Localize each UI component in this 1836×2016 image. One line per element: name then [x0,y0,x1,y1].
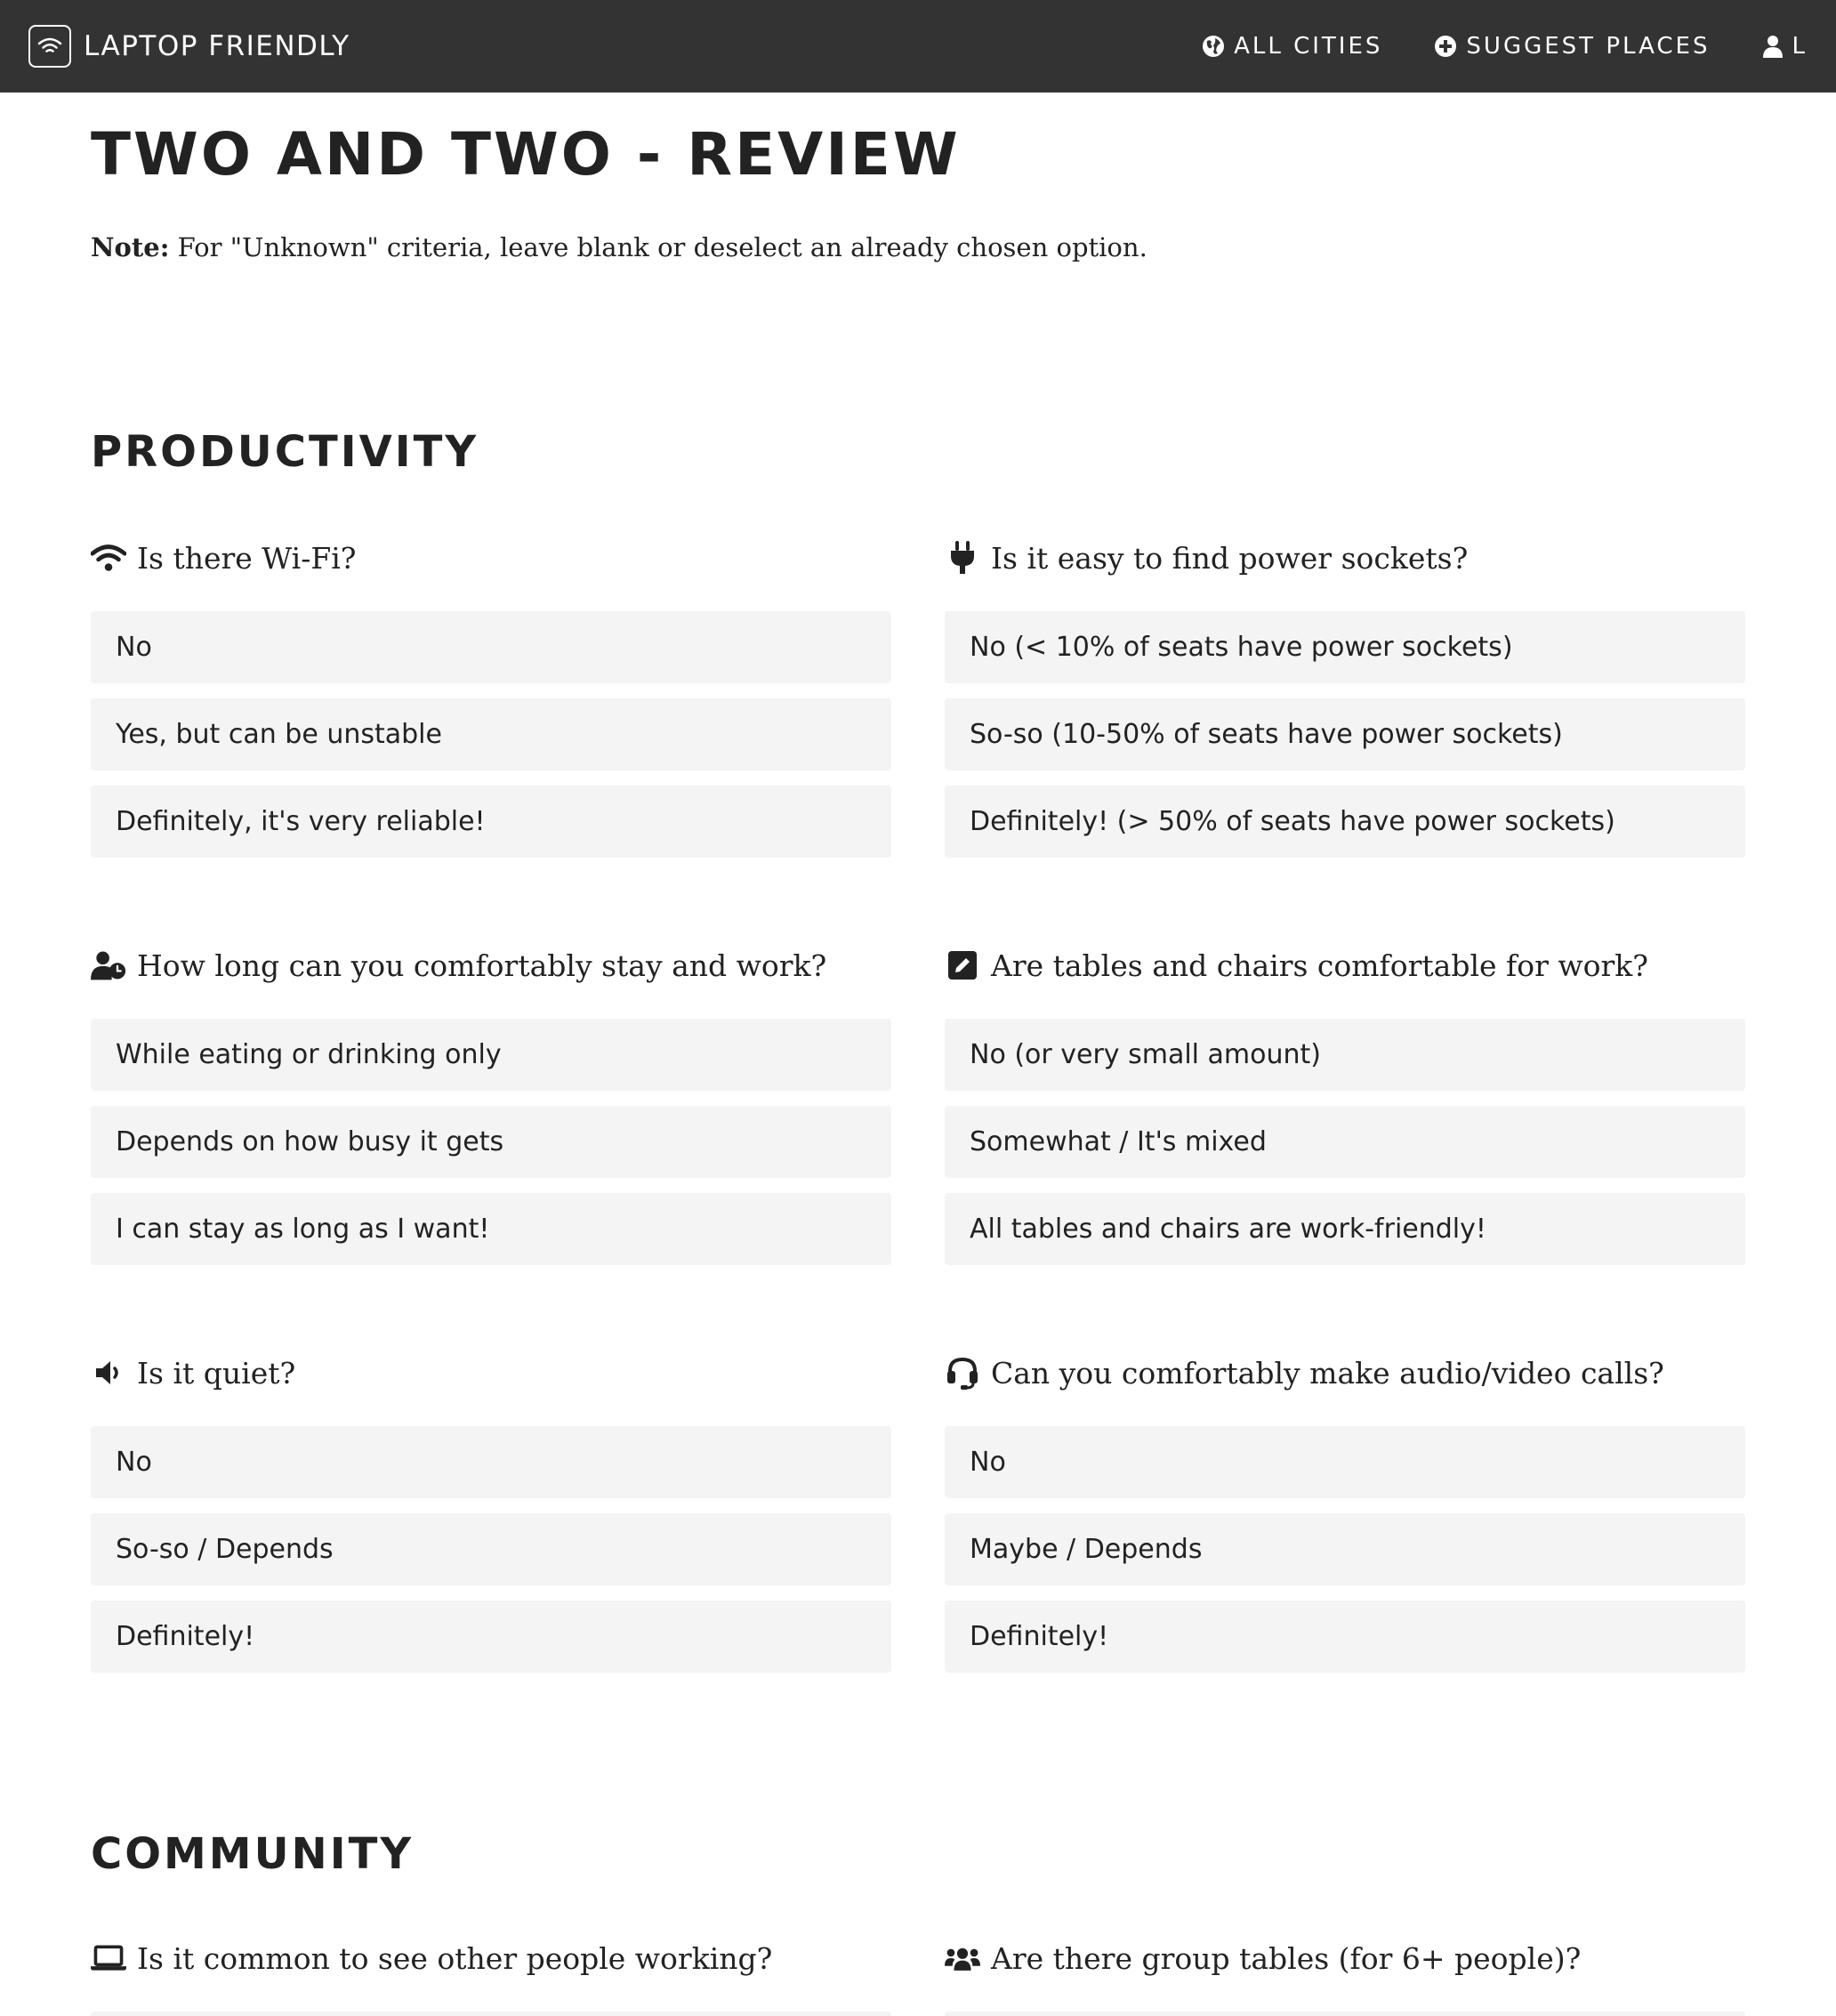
nav-all-cities-label: ALL CITIES [1234,33,1383,60]
option-stay-as-long-as-wanted[interactable]: I can stay as long as I want! [91,1193,891,1265]
option-group-tables-first[interactable] [945,2012,1745,2016]
question-tables: Are tables and chairs comfortable for wo… [945,943,1745,1265]
question-wifi-label: Is there Wi-Fi? [137,540,357,576]
option-calls-no[interactable]: No [945,1426,1745,1498]
question-power: Is it easy to find power sockets? No (< … [945,536,1745,858]
note-label: Note: [91,232,170,262]
option-stay-eating-only[interactable]: While eating or drinking only [91,1019,891,1091]
plug-icon [945,540,980,576]
question-quiet: Is it quiet? No So-so / Depends Definite… [91,1351,891,1673]
top-navbar: LAPTOP FRIENDLY ALL CITIES SUGGEST PLACE… [0,0,1836,93]
option-quiet-so-so[interactable]: So-so / Depends [91,1513,891,1585]
question-wifi: Is there Wi-Fi? No Yes, but can be unsta… [91,536,891,858]
option-others-working-first[interactable] [91,2012,891,2016]
option-calls-maybe[interactable]: Maybe / Depends [945,1513,1745,1585]
note-text: Note: For "Unknown" criteria, leave blan… [91,230,1745,265]
nav-user-menu[interactable]: L [1762,33,1808,60]
option-wifi-reliable[interactable]: Definitely, it's very reliable! [91,786,891,858]
option-tables-no[interactable]: No (or very small amount) [945,1019,1745,1091]
option-power-so-so[interactable]: So-so (10-50% of seats have power socket… [945,698,1745,770]
question-tables-label: Are tables and chairs comfortable for wo… [991,948,1648,983]
volume-icon [91,1355,126,1391]
option-wifi-no[interactable]: No [91,611,891,683]
section-title-productivity: PRODUCTIVITY [91,427,479,477]
note-body: For "Unknown" criteria, leave blank or d… [169,232,1148,262]
question-group-tables: Are there group tables (for 6+ people)? [945,1936,1745,2016]
wifi-logo-icon [28,25,71,68]
page-title: TWO AND TWO - REVIEW [91,120,961,189]
question-stay: How long can you comfortably stay and wo… [91,943,891,1265]
option-calls-definitely[interactable]: Definitely! [945,1601,1745,1673]
nav-user-label: L [1792,33,1808,60]
question-power-label: Is it easy to find power sockets? [991,540,1469,576]
question-calls-label: Can you comfortably make audio/video cal… [991,1355,1664,1391]
laptop-icon [91,1940,126,1976]
question-others-working: Is it common to see other people working… [91,1936,891,2016]
users-icon [945,1940,980,1976]
main-content: TWO AND TWO - REVIEW Note: For "Unknown"… [91,93,1745,2016]
question-others-working-label: Is it common to see other people working… [137,1940,773,1976]
question-quiet-label: Is it quiet? [137,1355,296,1391]
question-group-tables-label: Are there group tables (for 6+ people)? [991,1940,1582,1976]
section-title-community: COMMUNITY [91,1829,415,1879]
option-power-no[interactable]: No (< 10% of seats have power sockets) [945,611,1745,683]
brand-home-link[interactable]: LAPTOP FRIENDLY [28,25,350,68]
option-quiet-definitely[interactable]: Definitely! [91,1601,891,1673]
question-calls: Can you comfortably make audio/video cal… [945,1351,1745,1673]
user-clock-icon [91,948,126,983]
globe-icon [1202,35,1225,58]
plus-circle-icon [1434,35,1457,58]
nav-suggest-places[interactable]: SUGGEST PLACES [1434,33,1710,60]
nav-suggest-places-label: SUGGEST PLACES [1466,33,1711,60]
option-quiet-no[interactable]: No [91,1426,891,1498]
brand-name: LAPTOP FRIENDLY [84,30,350,62]
question-stay-label: How long can you comfortably stay and wo… [137,948,827,983]
headset-icon [945,1355,980,1391]
option-wifi-unstable[interactable]: Yes, but can be unstable [91,698,891,770]
option-tables-somewhat[interactable]: Somewhat / It's mixed [945,1106,1745,1178]
option-tables-all[interactable]: All tables and chairs are work-friendly! [945,1193,1745,1265]
nav-all-cities[interactable]: ALL CITIES [1202,33,1382,60]
wifi-icon [91,540,126,576]
option-stay-depends[interactable]: Depends on how busy it gets [91,1106,891,1178]
user-icon [1762,35,1784,58]
edit-icon [945,948,980,983]
option-power-definitely[interactable]: Definitely! (> 50% of seats have power s… [945,786,1745,858]
